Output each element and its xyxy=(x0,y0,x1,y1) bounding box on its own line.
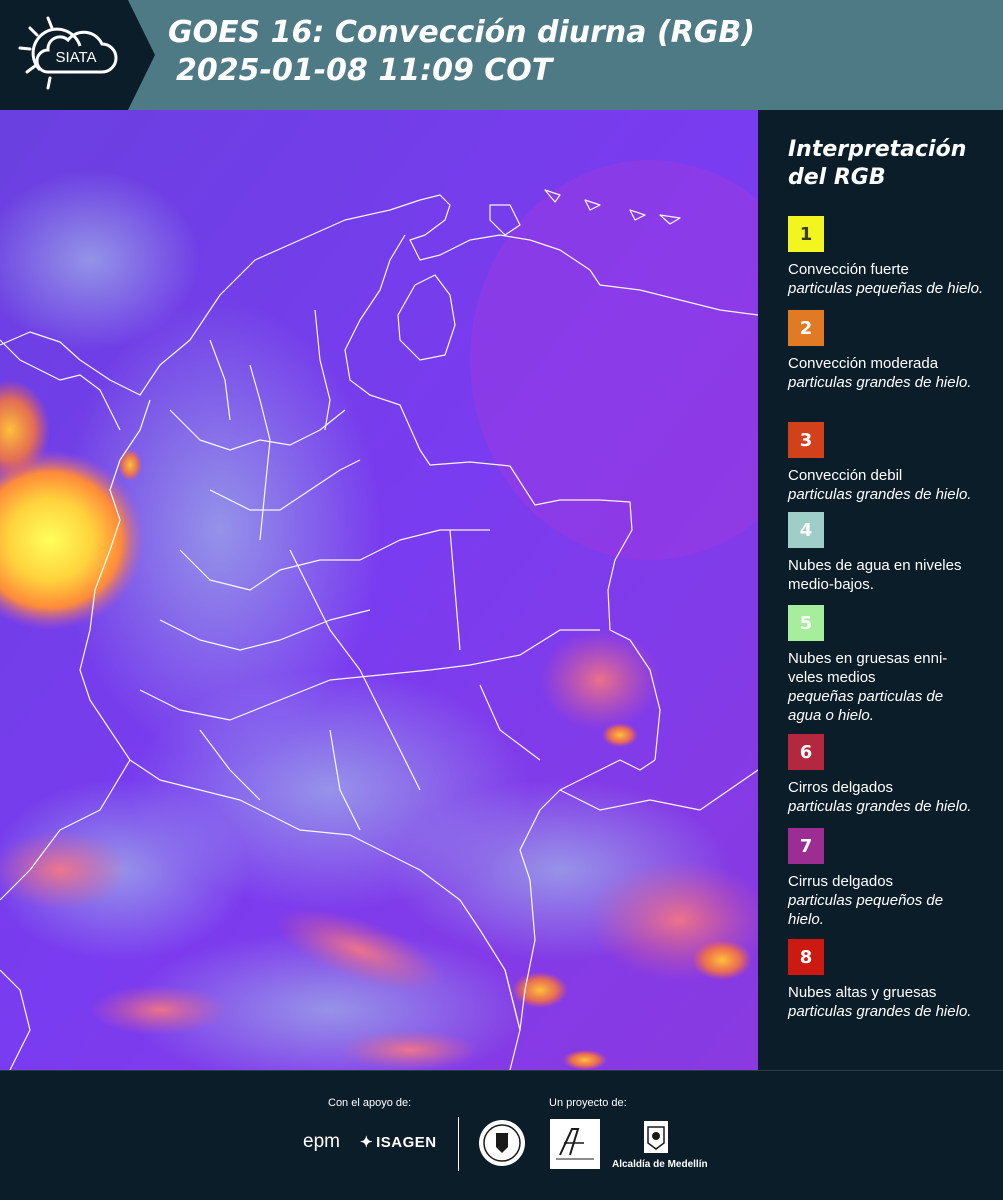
legend-swatch: 1 xyxy=(788,216,824,252)
legend-swatch: 3 xyxy=(788,422,824,458)
legend-item-6: 6 Cirros delgados particulas grandes de … xyxy=(788,734,998,816)
legend-swatch: 5 xyxy=(788,605,824,641)
support-label: Con el apoyo de: xyxy=(328,1097,412,1109)
medellin-shield-icon xyxy=(642,1119,670,1161)
logo-text: SIATA xyxy=(55,49,96,66)
isagen-logo-text: ISAGEN xyxy=(376,1133,437,1151)
legend-item-name: Nubes de agua en niveles medio-bajos. xyxy=(788,557,962,593)
legend-item-desc: particulas grandes de hielo. xyxy=(788,486,972,503)
isagen-logo: ✦ ISAGEN xyxy=(360,1133,437,1152)
university-seal-icon xyxy=(478,1119,526,1171)
legend-item-name: Cirrus delgados xyxy=(788,873,894,890)
title-line-2: 2025-01-08 11:09 COT xyxy=(176,53,553,88)
legend-swatch: 4 xyxy=(788,512,824,548)
legend-item-name: Convección moderada xyxy=(788,355,939,372)
legend-item-8: 8 Nubes altas y gruesas particulas grand… xyxy=(788,939,998,1021)
satellite-map[interactable] xyxy=(0,110,758,1070)
legend-swatch: 7 xyxy=(788,828,824,864)
legend-item-name: Nubes en gruesas enni-veles medios xyxy=(788,650,948,686)
legend-item-5: 5 Nubes en gruesas enni-veles medios peq… xyxy=(788,605,998,725)
legend-swatch: 2 xyxy=(788,310,824,346)
siata-logo: SIATA xyxy=(0,0,160,110)
legend-item-4: 4 Nubes de agua en niveles medio-bajos. xyxy=(788,512,998,594)
legend-item-name: Convección fuerte xyxy=(788,261,909,278)
legend-item-desc: particulas grandes de hielo. xyxy=(788,374,972,391)
legend-item-name: Cirros delgados xyxy=(788,779,894,796)
title-line-1: GOES 16: Convección diurna (RGB) xyxy=(168,15,755,50)
legend-item-3: 3 Convección debil particulas grandes de… xyxy=(788,422,998,504)
legend-swatch: 8 xyxy=(788,939,824,975)
legend-title: Interpretación del RGB xyxy=(788,137,967,190)
header-bar: SIATA GOES 16: Convección diurna (RGB) 2… xyxy=(0,0,1003,110)
legend-item-2: 2 Convección moderada particulas grandes… xyxy=(788,310,998,392)
footer-divider xyxy=(458,1117,459,1171)
legend-item-name: Convección debil xyxy=(788,467,903,484)
legend-item-desc: pequeñas particulas de agua o hielo. xyxy=(788,688,944,724)
project-label: Un proyecto de: xyxy=(549,1097,627,1109)
medellin-name: Alcaldía de Medellín xyxy=(612,1159,708,1170)
legend-item-1: 1 Convección fuerte particulas pequeñas … xyxy=(788,216,998,298)
footer: Con el apoyo de: Un proyecto de: epm ✦ I… xyxy=(0,1070,1003,1200)
legend-item-7: 7 Cirrus delgados particulas pequeños de… xyxy=(788,828,998,929)
epm-logo-text: epm xyxy=(303,1131,340,1152)
epm-logo: epm xyxy=(303,1131,340,1153)
legend-item-desc: particulas pequeñas de hielo. xyxy=(788,280,984,297)
legend-swatch: 6 xyxy=(788,734,824,770)
legend-item-desc: particulas grandes de hielo. xyxy=(788,798,972,815)
page-title: GOES 16: Convección diurna (RGB) 2025-01… xyxy=(168,14,755,90)
legend-item-desc: particulas grandes de hielo. xyxy=(788,1003,972,1020)
isagen-mark-icon: ✦ xyxy=(360,1134,374,1151)
legend-panel: Interpretación del RGB 1 Convección fuer… xyxy=(758,110,1003,1070)
legend-item-name: Nubes altas y gruesas xyxy=(788,984,937,1001)
area-metropolitana-logo xyxy=(550,1119,600,1169)
legend-item-desc: particulas pequeños de hielo. xyxy=(788,892,944,928)
